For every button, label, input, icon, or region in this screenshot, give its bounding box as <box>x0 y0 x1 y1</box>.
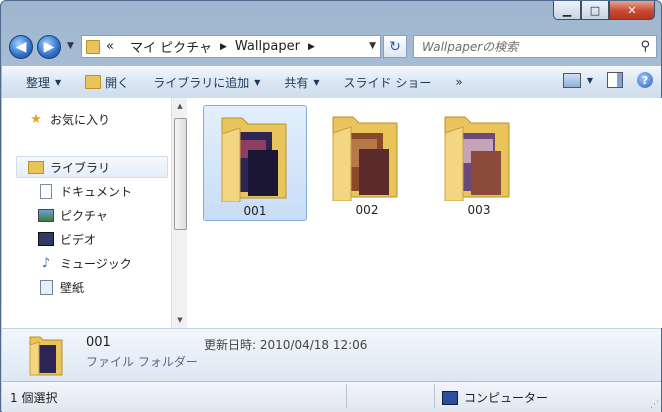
location-label: コンピューター <box>464 391 549 405</box>
status-bar: 1 個選択 コンピューター ⋰ <box>2 381 661 412</box>
organize-button[interactable]: 整理 ▼ <box>2 74 73 91</box>
open-folder-icon <box>85 75 102 89</box>
minimize-button[interactable]: ▁ <box>553 1 581 20</box>
breadcrumb-wallpaper[interactable]: Wallpaper <box>235 39 300 54</box>
sidebar-item-label: ドキュメント <box>60 184 133 199</box>
folder-name: 001 <box>243 204 267 218</box>
search-input[interactable]: Wallpaperの検索 ⚲ <box>413 35 657 58</box>
search-placeholder: Wallpaperの検索 <box>422 40 519 54</box>
library-icon <box>28 159 44 175</box>
sidebar-item-label: ミュージック <box>60 256 132 271</box>
add-to-library-button[interactable]: ライブラリに追加 ▼ <box>141 74 272 91</box>
sidebar-item-label: ライブラリ <box>50 160 111 175</box>
scroll-down-icon[interactable]: ▼ <box>172 312 188 328</box>
resize-grip[interactable]: ⋰ <box>650 400 659 410</box>
breadcrumb-my-pictures[interactable]: マイ ピクチャ <box>130 37 212 56</box>
sidebar-item-pictures[interactable]: ピクチャ <box>38 204 108 226</box>
navigation-bar: ◀ ▶ ▼ « マイ ピクチャ ▶ Wallpaper ▶ ▼ ↻ Wallpa… <box>9 33 657 61</box>
change-view-button[interactable]: ▼ <box>562 72 593 88</box>
folder-item-002[interactable]: 002 <box>315 105 419 221</box>
navigation-scrollbar[interactable]: ▲ ▼ <box>171 98 188 328</box>
status-divider <box>434 384 435 408</box>
recent-pages-dropdown[interactable]: ▼ <box>67 41 74 51</box>
more-label: » <box>455 75 463 89</box>
maximize-button[interactable]: □ <box>581 1 609 20</box>
folder-icon <box>221 117 287 202</box>
chevron-down-icon: ▼ <box>254 77 261 87</box>
forward-button[interactable]: ▶ <box>37 35 61 59</box>
caption-buttons: ▁ □ ✕ <box>553 1 655 20</box>
chevron-right-icon[interactable]: ▶ <box>308 42 315 52</box>
organize-label: 整理 <box>26 75 51 90</box>
location-indicator: コンピューター <box>442 389 548 406</box>
file-list: 001 002 003 <box>187 98 662 328</box>
view-icon <box>562 72 581 88</box>
chevron-down-icon[interactable]: ▼ <box>369 41 376 51</box>
sidebar-item-music[interactable]: ♪ ミュージック <box>38 252 132 274</box>
wallpaper-library-icon <box>38 279 54 295</box>
folder-icon <box>86 39 100 54</box>
close-button[interactable]: ✕ <box>609 1 655 20</box>
details-type: ファイル フォルダー <box>86 355 198 369</box>
sidebar-item-favorites[interactable]: ★ お気に入り <box>28 108 110 130</box>
sidebar-item-library[interactable]: ライブラリ <box>16 156 168 178</box>
slideshow-button[interactable]: スライド ショー <box>332 74 444 91</box>
details-name: 001 <box>86 335 111 350</box>
details-modified: 更新日時: 2010/04/18 12:06 <box>204 338 368 352</box>
document-icon <box>38 183 54 199</box>
scroll-up-icon[interactable]: ▲ <box>172 98 188 114</box>
sidebar-item-videos[interactable]: ビデオ <box>38 228 96 250</box>
sidebar-item-label: 壁紙 <box>60 280 85 295</box>
sidebar-item-label: ビデオ <box>60 232 97 247</box>
address-bar[interactable]: « マイ ピクチャ ▶ Wallpaper ▶ ▼ <box>81 35 381 58</box>
share-label: 共有 <box>284 75 309 90</box>
picture-icon <box>38 207 54 223</box>
chevron-right-icon[interactable]: ▶ <box>220 42 227 52</box>
more-commands-button[interactable]: » <box>443 75 474 89</box>
help-icon[interactable]: ? <box>637 72 653 88</box>
preview-pane-icon[interactable] <box>607 72 623 88</box>
back-button[interactable]: ◀ <box>9 35 33 59</box>
folder-item-003[interactable]: 003 <box>427 105 531 221</box>
chevron-down-icon: ▼ <box>586 75 593 85</box>
open-label: 開く <box>105 75 130 90</box>
sidebar-item-label: お気に入り <box>50 112 111 127</box>
details-pane: 001 ファイル フォルダー 更新日時: 2010/04/18 12:06 <box>2 328 661 381</box>
explorer-window: ▁ □ ✕ ◀ ▶ ▼ « マイ ピクチャ ▶ Wallpaper ▶ ▼ ↻ … <box>0 0 662 412</box>
chevron-down-icon: ▼ <box>55 77 62 87</box>
share-button[interactable]: 共有 ▼ <box>272 74 331 91</box>
folder-icon <box>332 116 398 201</box>
refresh-button[interactable]: ↻ <box>383 35 407 58</box>
breadcrumb-overflow[interactable]: « <box>106 39 114 54</box>
selection-count: 1 個選択 <box>10 391 58 405</box>
folder-name: 003 <box>467 203 491 217</box>
add-library-label: ライブラリに追加 <box>153 75 250 90</box>
navigation-pane: ★ お気に入り ライブラリ ドキュメント ピクチャ ビデオ ♪ ミュージック 壁… <box>2 98 188 328</box>
chevron-down-icon: ▼ <box>313 77 320 87</box>
computer-icon <box>442 390 458 405</box>
star-icon: ★ <box>30 111 42 127</box>
film-icon <box>38 231 54 247</box>
open-button[interactable]: 開く <box>73 74 141 91</box>
scrollbar-thumb[interactable] <box>174 118 187 230</box>
folder-item-001[interactable]: 001 <box>203 105 307 221</box>
folder-icon <box>444 116 510 201</box>
music-note-icon: ♪ <box>41 255 51 271</box>
slideshow-label: スライド ショー <box>343 75 432 90</box>
search-icon[interactable]: ⚲ <box>640 39 650 54</box>
sidebar-item-label: ピクチャ <box>60 208 108 223</box>
sidebar-item-documents[interactable]: ドキュメント <box>38 180 132 202</box>
status-divider <box>346 384 347 408</box>
sidebar-item-wallpaper[interactable]: 壁紙 <box>38 276 84 298</box>
folder-name: 002 <box>355 203 379 217</box>
view-controls: ▼ ? <box>562 72 653 88</box>
command-bar: 整理 ▼ 開く ライブラリに追加 ▼ 共有 ▼ スライド ショー » ▼ ? <box>2 65 661 99</box>
folder-icon <box>29 336 63 376</box>
